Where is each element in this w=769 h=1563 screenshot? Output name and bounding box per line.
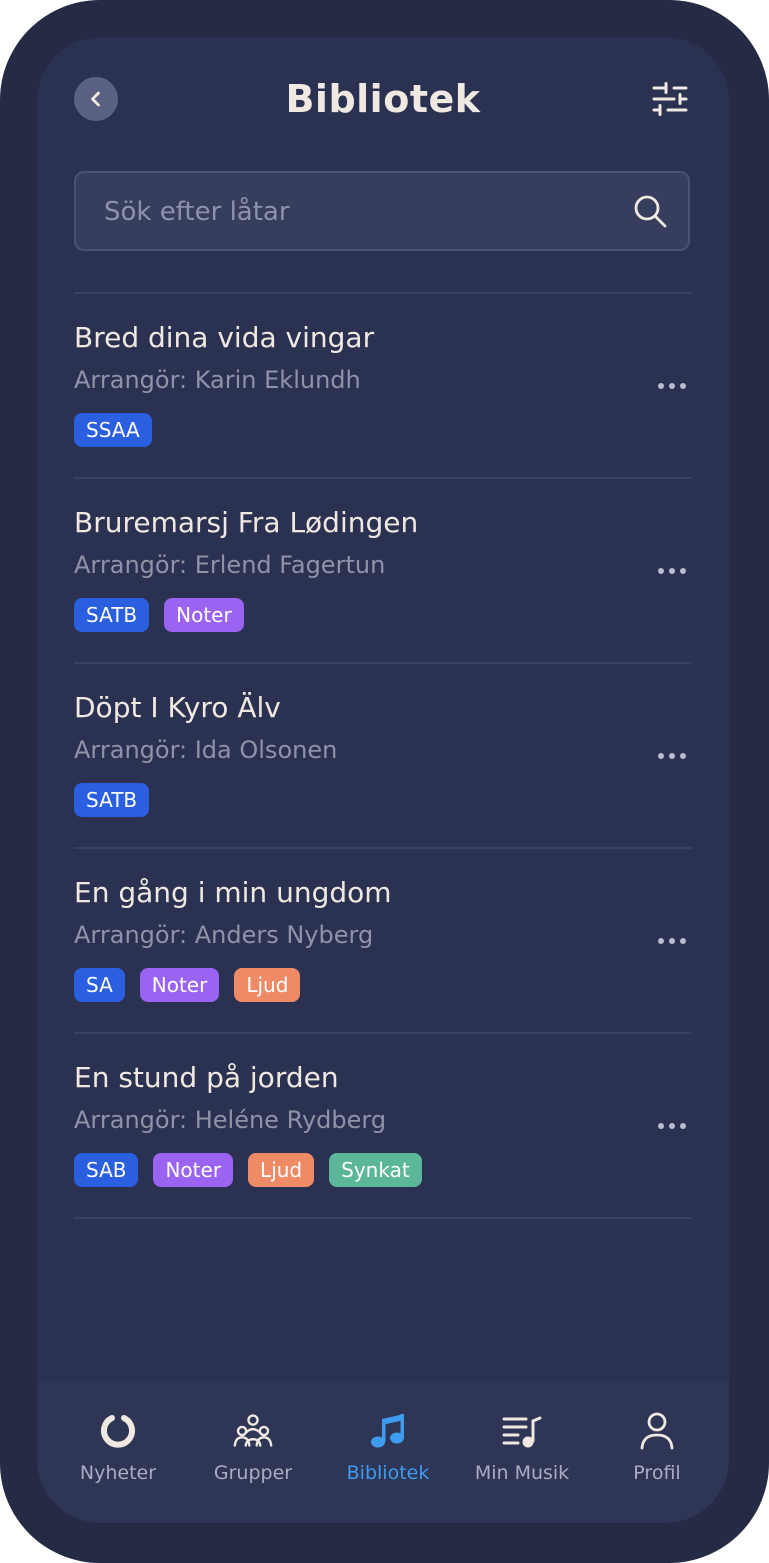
tab-bibliotek[interactable]: Bibliotek [323, 1411, 453, 1491]
header: Bibliotek [37, 37, 729, 162]
tab-label: Bibliotek [346, 1462, 430, 1484]
ellipsis-icon [658, 1123, 664, 1129]
song-row[interactable]: En stund på jorden Arrangör: Heléne Rydb… [74, 1034, 692, 1217]
song-title: Bred dina vida vingar [74, 321, 375, 354]
more-options-button[interactable] [652, 559, 692, 583]
list-divider [74, 1217, 692, 1219]
tag-list: SSAA [74, 413, 152, 447]
tab-label: Profil [633, 1462, 681, 1484]
search-input[interactable] [102, 173, 626, 251]
tab-grupper[interactable]: Grupper [188, 1411, 318, 1491]
ellipsis-icon [658, 753, 664, 759]
song-row[interactable]: Bred dina vida vingar Arrangör: Karin Ek… [74, 294, 692, 477]
more-options-button[interactable] [652, 374, 692, 398]
tag-voicing: SAB [74, 1153, 139, 1187]
tab-label: Nyheter [79, 1462, 157, 1484]
profile-icon [640, 1412, 674, 1450]
group-icon [233, 1414, 273, 1447]
song-title: En gång i min ungdom [74, 876, 392, 909]
tab-min-musik[interactable]: Min Musik [457, 1411, 587, 1491]
news-ring-icon [101, 1415, 135, 1448]
app-screen: Bibliotek Sök efter låtar Bred dina vida… [37, 37, 729, 1523]
more-options-button[interactable] [652, 929, 692, 953]
tag-voicing: SSAA [74, 413, 152, 447]
song-arranger: Arrangör: Erlend Fagertun [74, 551, 386, 579]
song-row[interactable]: Döpt I Kyro Älv Arrangör: Ida Olsonen SA… [74, 664, 692, 847]
search-bar [74, 171, 690, 251]
tag-ljud: Ljud [234, 968, 301, 1002]
tag-list: SAB Noter Ljud Synkat [74, 1153, 422, 1187]
tag-voicing: SATB [74, 783, 150, 817]
tab-nyheter[interactable]: Nyheter [53, 1411, 183, 1491]
ellipsis-icon [658, 383, 664, 389]
ellipsis-icon [658, 938, 664, 944]
page-title: Bibliotek [285, 77, 481, 121]
tag-noter: Noter [139, 968, 220, 1002]
sliders-icon [652, 82, 688, 116]
song-title: Döpt I Kyro Älv [74, 691, 281, 724]
song-arranger: Arrangör: Ida Olsonen [74, 736, 338, 764]
tag-synkat: Synkat [329, 1153, 422, 1187]
song-arranger: Arrangör: Heléne Rydberg [74, 1106, 387, 1134]
bottom-tab-bar: Nyheter Grupper Bibliotek Min Musik Prof… [37, 1381, 729, 1523]
tag-ljud: Ljud [248, 1153, 315, 1187]
song-title: Bruremarsj Fra Lødingen [74, 506, 419, 539]
tag-voicing: SATB [74, 598, 150, 632]
song-arranger: Arrangör: Anders Nyberg [74, 921, 374, 949]
music-note-icon [371, 1414, 404, 1448]
playlist-icon [502, 1416, 542, 1448]
tab-label: Grupper [213, 1462, 293, 1484]
tag-list: SATB [74, 783, 150, 817]
search-icon[interactable] [632, 193, 668, 229]
song-row[interactable]: En gång i min ungdom Arrangör: Anders Ny… [74, 849, 692, 1032]
tab-profil[interactable]: Profil [592, 1411, 722, 1491]
song-arranger: Arrangör: Karin Eklundh [74, 366, 361, 394]
filter-button[interactable] [650, 79, 690, 119]
more-options-button[interactable] [652, 1114, 692, 1138]
tag-noter: Noter [153, 1153, 234, 1187]
song-list: Bred dina vida vingar Arrangör: Karin Ek… [74, 292, 692, 1219]
song-row[interactable]: Bruremarsj Fra Lødingen Arrangör: Erlend… [74, 479, 692, 662]
phone-frame: Bibliotek Sök efter låtar Bred dina vida… [0, 0, 769, 1563]
tag-list: SATB Noter [74, 598, 244, 632]
song-title: En stund på jorden [74, 1061, 339, 1094]
tag-noter: Noter [164, 598, 244, 632]
tag-voicing: SA [74, 968, 125, 1002]
tag-list: SA Noter Ljud [74, 968, 301, 1002]
more-options-button[interactable] [652, 744, 692, 768]
ellipsis-icon [658, 568, 664, 574]
tab-label: Min Musik [474, 1462, 570, 1484]
